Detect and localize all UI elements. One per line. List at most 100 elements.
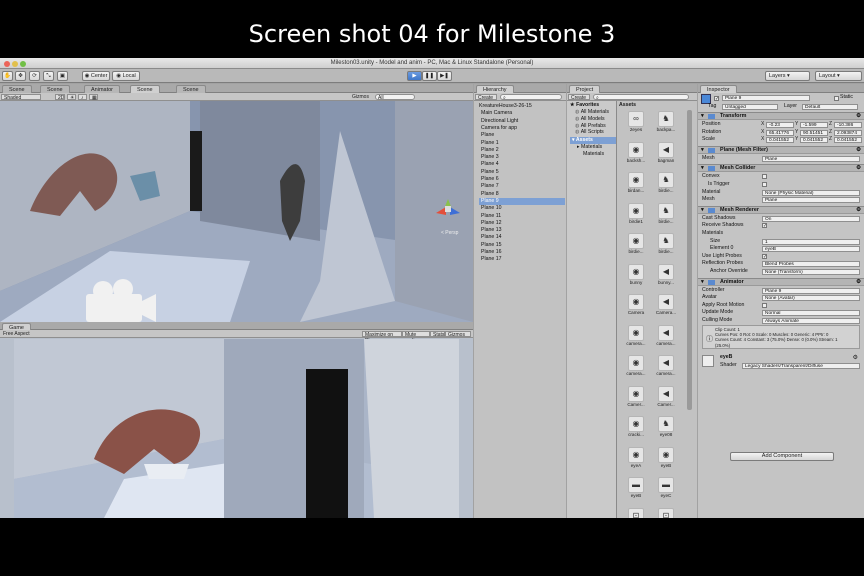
materials-folder-2[interactable]: Materials — [583, 151, 604, 158]
hierarchy-item[interactable]: Plane 16 — [479, 249, 565, 256]
asset-item[interactable]: ◉ Camera — [625, 294, 647, 316]
stats-toggle[interactable]: Stats — [430, 331, 445, 338]
vector-field-y[interactable]: 90.51451 — [800, 129, 828, 136]
property-field[interactable]: None (Avatar) — [762, 295, 860, 302]
asset-item[interactable]: ◀ camera... — [655, 324, 677, 347]
audio-toggle-icon[interactable]: ♪ — [78, 94, 87, 101]
tab-animator[interactable]: Animator — [84, 85, 121, 93]
asset-item[interactable]: ◀ camera... — [655, 355, 677, 377]
foldout-arrow-icon[interactable]: ▾ — [701, 165, 704, 172]
property-field[interactable]: Plane 9 — [762, 287, 860, 294]
asset-item[interactable]: ◉ Camer... — [625, 385, 647, 408]
effects-toggle-icon[interactable]: ▦ — [89, 94, 98, 101]
component-header[interactable]: ▾ Animator ⚙ — [698, 277, 864, 286]
property-checkbox[interactable] — [762, 182, 767, 187]
asset-item[interactable]: ◉ camera... — [625, 324, 647, 347]
asset-item[interactable]: ♞ eye08 — [655, 416, 677, 438]
asset-item[interactable]: ▬ eyeB — [625, 477, 647, 499]
hierarchy-item[interactable]: Plane 7 — [479, 183, 565, 190]
asset-item[interactable]: ⊡eyeG — [625, 507, 647, 518]
hierarchy-item[interactable]: Plane 1 — [479, 140, 565, 147]
pause-button[interactable]: ❚❚ — [422, 71, 437, 81]
asset-item[interactable]: ♞ birdie... — [655, 233, 677, 255]
layer-dropdown[interactable]: Default — [802, 104, 858, 110]
asset-item[interactable]: ◉ birdie1 — [625, 202, 647, 225]
component-settings-icon[interactable]: ⚙ — [856, 165, 861, 172]
tag-dropdown[interactable]: Untagged — [722, 104, 778, 110]
play-button[interactable]: ▶ — [407, 71, 422, 81]
hierarchy-item[interactable]: Plane 5 — [479, 169, 565, 176]
object-name-field[interactable]: Plane 9 — [722, 95, 810, 101]
shading-mode-dropdown[interactable]: Shaded — [1, 94, 41, 101]
asset-item[interactable]: ◀ bunny... — [655, 263, 677, 286]
property-checkbox[interactable]: ✓ — [762, 253, 767, 259]
property-field[interactable]: Always Animate — [762, 318, 860, 324]
foldout-arrow-icon[interactable]: ▾ — [701, 113, 704, 120]
asset-item[interactable]: ◉ camera... — [625, 355, 647, 377]
tab-scene-1[interactable]: Scene — [2, 85, 32, 93]
hierarchy-item[interactable]: Plane 12 — [479, 220, 565, 227]
component-settings-icon[interactable]: ⚙ — [856, 147, 861, 154]
pivot-local-button[interactable]: ◉ Local — [112, 71, 140, 81]
active-checkbox[interactable]: ✓ — [714, 96, 719, 102]
property-field[interactable]: Blend Probes — [762, 261, 860, 268]
hierarchy-item[interactable]: Main Camera — [479, 110, 565, 117]
vector-field-x[interactable]: -0.23 — [766, 122, 794, 128]
property-field[interactable]: eyeB — [762, 246, 860, 253]
property-field[interactable]: None (Physic Material) — [762, 189, 860, 196]
asset-item[interactable]: ♞ birdie... — [655, 172, 677, 194]
pivot-center-button[interactable]: ◉ Center — [82, 71, 110, 81]
game-viewport[interactable] — [14, 339, 459, 518]
zoom-window-icon[interactable] — [20, 61, 26, 67]
foldout-arrow-icon[interactable]: ▾ — [701, 147, 704, 154]
tab-hierarchy[interactable]: Hierarchy — [476, 85, 514, 93]
vector-field-z[interactable]: 0.041552 — [834, 137, 862, 144]
hand-tool-button[interactable]: ✋ — [2, 71, 13, 81]
project-create-button[interactable]: Create — [568, 94, 590, 101]
asset-item[interactable]: ◀ bagman — [655, 141, 677, 164]
component-header[interactable]: ▾ Mesh Renderer ⚙ — [698, 205, 864, 214]
hierarchy-search-input[interactable]: ⌕ — [500, 94, 562, 101]
vector-field-y[interactable]: -1.599 — [800, 122, 828, 128]
component-header[interactable]: ▾ Transform ⚙ — [698, 112, 864, 120]
asset-item[interactable]: ▬ eyeC — [655, 477, 677, 499]
project-scrollbar[interactable] — [687, 110, 692, 410]
vector-field-y[interactable]: 0.041552 — [800, 137, 828, 144]
hierarchy-item[interactable]: Directional Light — [479, 118, 565, 125]
tab-scene-2[interactable]: Scene — [40, 85, 70, 93]
move-tool-button[interactable]: ✥ — [15, 71, 26, 81]
tab-project[interactable]: Project — [569, 85, 601, 93]
property-checkbox[interactable]: ✓ — [762, 223, 767, 229]
foldout-arrow-icon[interactable]: ▾ — [701, 279, 704, 286]
vector-field-z[interactable]: 2.093874 — [834, 129, 862, 136]
tab-scene-4[interactable]: Scene — [176, 85, 206, 93]
vector-field-x[interactable]: 65.41776 — [766, 129, 794, 136]
hierarchy-item[interactable]: Plane 9 — [479, 197, 565, 205]
hierarchy-item[interactable]: KreatureHouse3-26-15 — [477, 103, 563, 110]
property-field[interactable]: None (Transform) — [762, 269, 860, 275]
tab-inspector[interactable]: Inspector — [700, 85, 737, 93]
component-settings-icon[interactable]: ⚙ — [856, 113, 861, 120]
rotate-tool-button[interactable]: ⟳ — [29, 71, 40, 81]
2d-toggle[interactable]: 2D — [55, 94, 65, 101]
materials-folder-1[interactable]: ▸ Materials — [577, 144, 602, 151]
static-checkbox[interactable] — [834, 96, 839, 101]
hierarchy-item[interactable]: Plane 3 — [479, 154, 565, 161]
hierarchy-item[interactable]: Plane 4 — [479, 161, 565, 168]
tab-scene-3[interactable]: Scene — [130, 85, 160, 93]
add-component-button[interactable]: Add Component — [730, 452, 834, 461]
property-field[interactable]: Normal — [762, 310, 860, 317]
property-field[interactable]: 1 — [762, 238, 860, 245]
minimize-window-icon[interactable] — [12, 61, 18, 67]
asset-item[interactable]: ◉ backsh... — [625, 141, 647, 164]
project-search-input[interactable]: ⌕ — [593, 94, 689, 101]
asset-item[interactable]: ◀ Camera... — [655, 294, 677, 316]
hierarchy-item[interactable]: Plane 8 — [479, 191, 565, 198]
step-button[interactable]: ▶❚ — [437, 71, 452, 81]
component-settings-icon[interactable]: ⚙ — [856, 279, 861, 286]
hierarchy-item[interactable]: Camera for app — [479, 125, 565, 132]
hierarchy-item[interactable]: Plane 17 — [479, 256, 565, 263]
scene-search-input[interactable]: All — [375, 94, 415, 101]
hierarchy-create-button[interactable]: Create — [475, 94, 497, 101]
scene-gizmos-dropdown[interactable]: Gizmos — [350, 94, 372, 100]
